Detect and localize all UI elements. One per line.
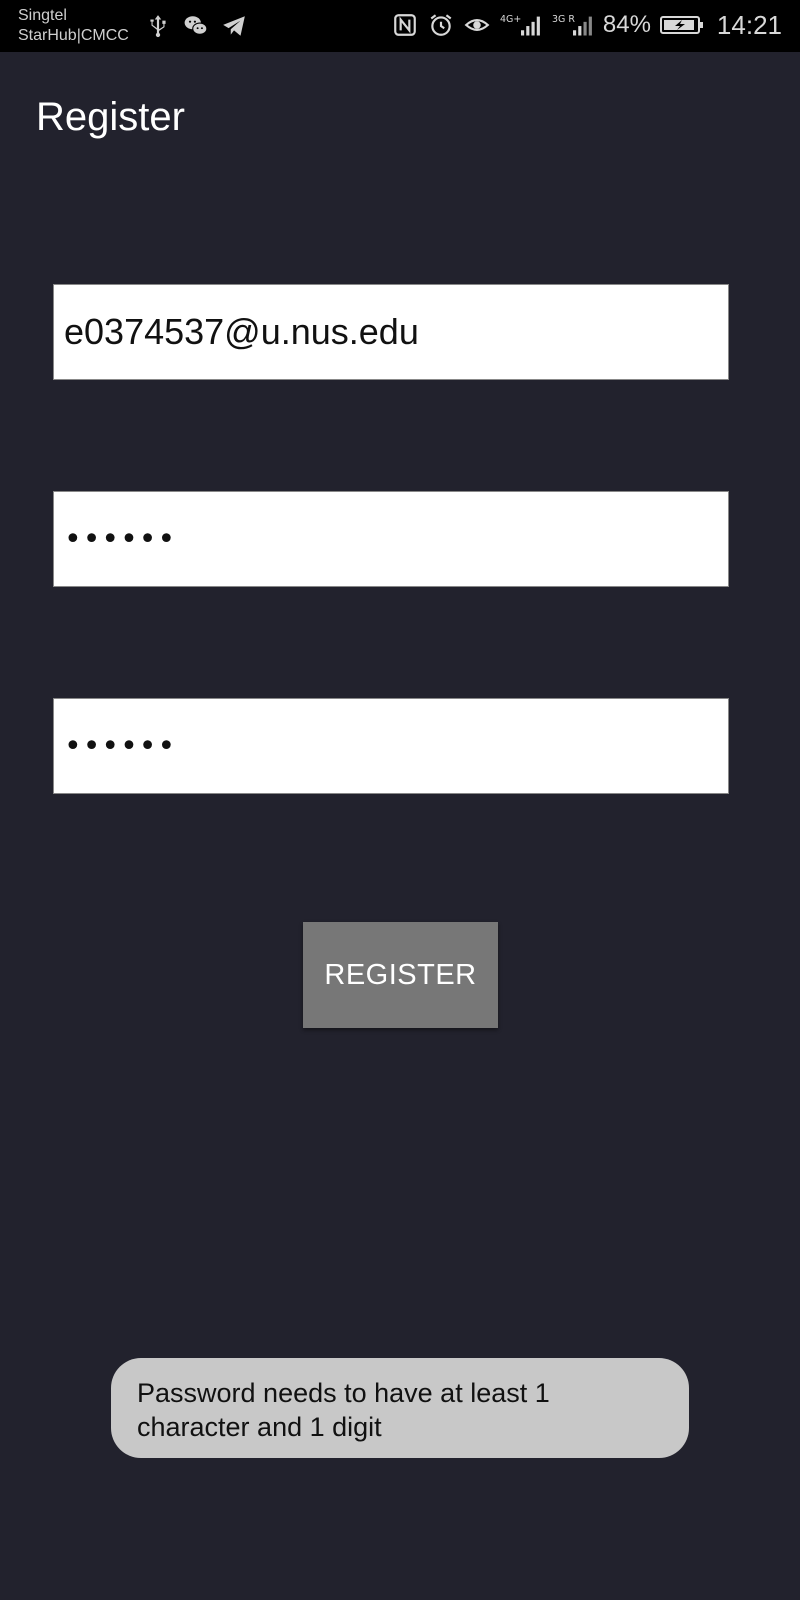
notification-icons [144,12,248,40]
battery-percentage: 84% [602,11,651,38]
password-field[interactable] [54,492,728,586]
svg-text:4G+: 4G+ [500,14,521,25]
svg-text:3G R: 3G R [552,14,575,25]
email-field[interactable] [54,285,728,379]
system-status-icons: 4G+ 3G R 84% 14:21 [391,10,782,40]
confirm-password-field[interactable] [54,699,728,793]
clock: 14:21 [716,10,782,40]
usb-icon [144,12,172,40]
page-title: Register [36,95,185,139]
alarm-icon [427,11,455,39]
telegram-icon [220,12,248,40]
confirm-password-field-container [53,698,729,794]
password-field-container [53,491,729,587]
signal-4g-icon: 4G+ [499,11,543,39]
signal-3g-icon: 3G R [551,11,595,39]
carrier-secondary: StarHub|CMCC [18,27,129,44]
register-button[interactable]: REGISTER [303,922,498,1028]
toast-message: Password needs to have at least 1 charac… [111,1358,689,1458]
email-field-container [53,284,729,380]
carrier-info: Singtel StarHub|CMCC [18,6,129,46]
eye-icon [463,11,491,39]
battery-charging-icon [659,11,705,39]
status-bar: Singtel StarHub|CMCC 4G+ 3G R 84% 14:21 [0,0,800,52]
nfc-icon [391,11,419,39]
wechat-icon [182,12,210,40]
carrier-primary: Singtel [18,7,67,24]
